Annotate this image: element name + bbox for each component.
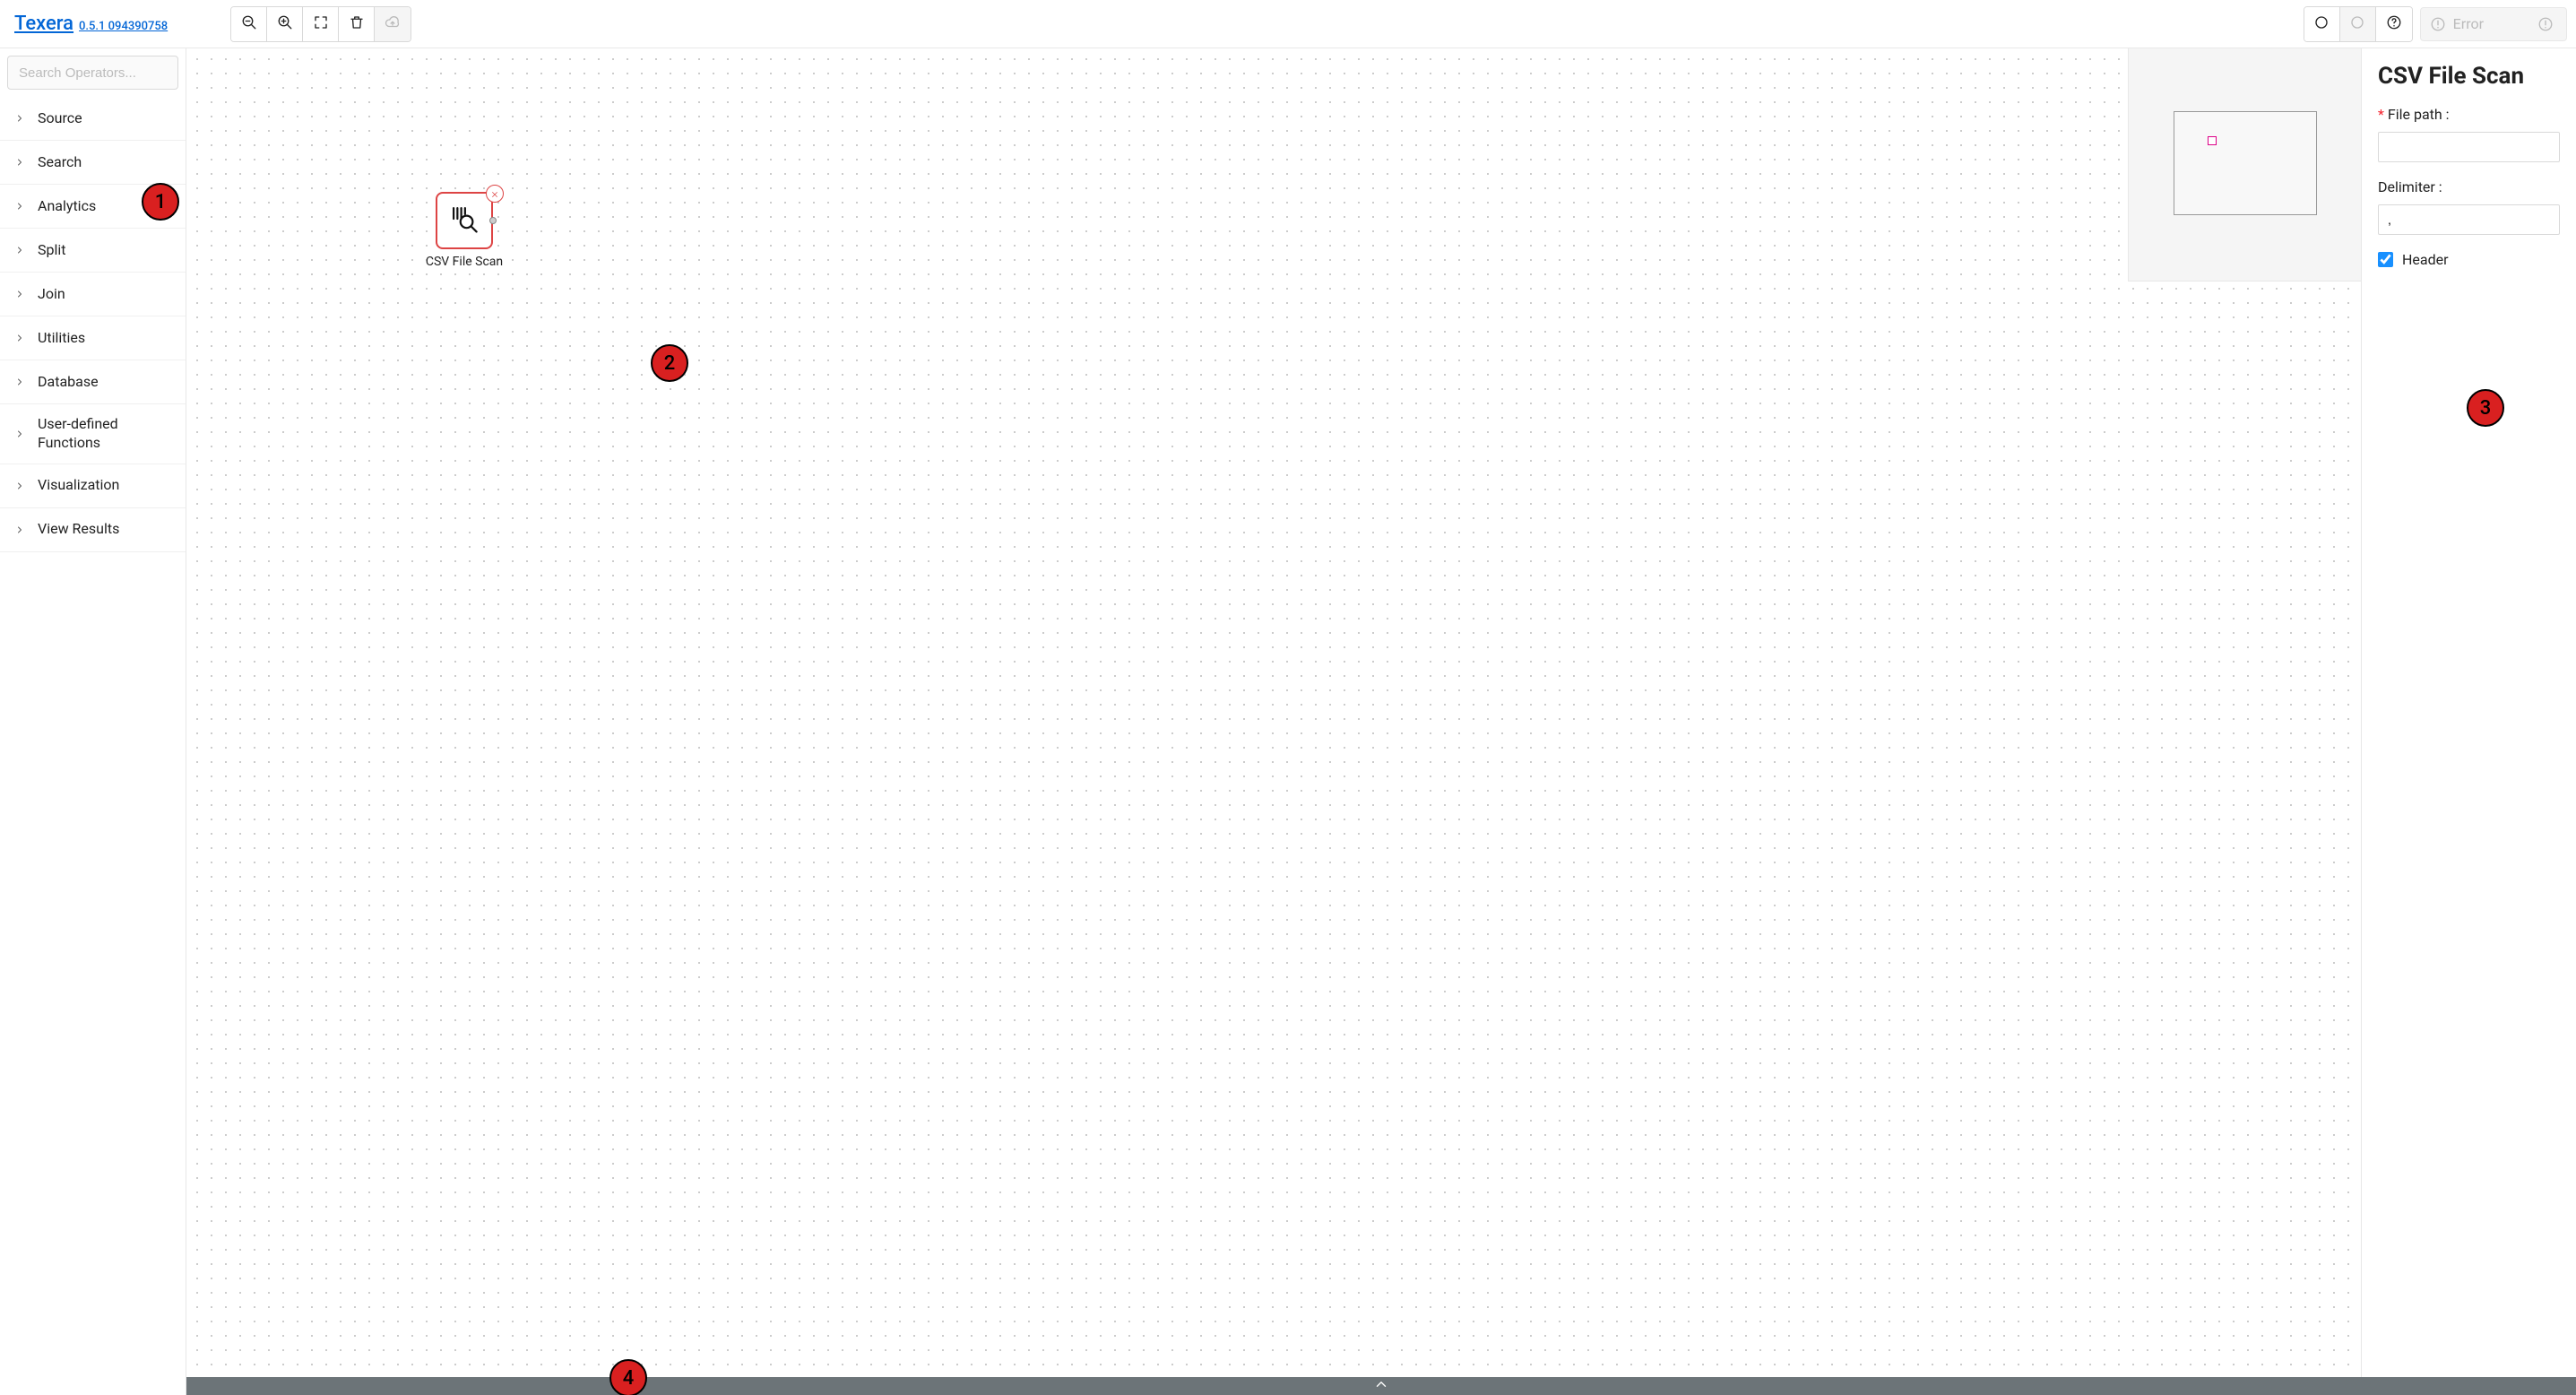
category-label: User-defined Functions bbox=[38, 415, 171, 453]
canvas-wrap: CSV File Scan 1 2 bbox=[186, 48, 2361, 1395]
category-label: Join bbox=[38, 285, 171, 304]
results-drawer-handle[interactable] bbox=[186, 1377, 2576, 1395]
header-checkbox[interactable] bbox=[2378, 252, 2393, 267]
file-path-row: *File path : bbox=[2378, 106, 2560, 162]
stop-refresh-icon bbox=[2349, 14, 2365, 33]
search-wrap bbox=[0, 48, 186, 97]
file-path-label: *File path : bbox=[2378, 106, 2560, 123]
chevron-right-icon bbox=[14, 377, 25, 387]
header-row: Header bbox=[2378, 251, 2560, 268]
help-button[interactable] bbox=[2376, 7, 2412, 41]
header-label[interactable]: Header bbox=[2402, 251, 2449, 268]
properties-panel: CSV File Scan *File path : Delimiter : H… bbox=[2361, 48, 2576, 1395]
properties-title: CSV File Scan bbox=[2378, 63, 2560, 90]
chevron-up-icon bbox=[1373, 1376, 1389, 1395]
error-indicator: Error bbox=[2420, 7, 2567, 41]
refresh-icon bbox=[2313, 14, 2330, 33]
error-label: Error bbox=[2453, 15, 2484, 32]
category-label: View Results bbox=[38, 520, 171, 539]
trash-icon bbox=[349, 14, 365, 33]
cloud-upload-icon bbox=[385, 14, 401, 33]
canvas-tools-group bbox=[230, 6, 411, 42]
barcode-scan-icon bbox=[449, 204, 480, 238]
annotation-marker-4: 4 bbox=[609, 1359, 647, 1395]
fit-screen-button[interactable] bbox=[303, 7, 339, 41]
file-path-input[interactable] bbox=[2378, 132, 2560, 162]
minimap-viewport[interactable] bbox=[2174, 111, 2317, 215]
category-label: Database bbox=[38, 373, 171, 392]
stop-button bbox=[2340, 7, 2376, 41]
chevron-right-icon bbox=[14, 524, 25, 535]
main-layout: SourceSearchAnalyticsSplitJoinUtilitiesD… bbox=[0, 48, 2576, 1395]
zoom-out-icon bbox=[241, 14, 257, 33]
chevron-right-icon bbox=[14, 481, 25, 491]
delimiter-label: Delimiter : bbox=[2378, 178, 2560, 195]
minimap[interactable] bbox=[2128, 48, 2361, 282]
operator-close-button[interactable] bbox=[486, 185, 504, 203]
delimiter-input[interactable] bbox=[2378, 204, 2560, 235]
chevron-right-icon bbox=[14, 333, 25, 343]
category-label: Source bbox=[38, 109, 171, 128]
sidebar-category-item[interactable]: View Results bbox=[0, 508, 186, 552]
category-label: Split bbox=[38, 241, 171, 260]
sidebar-category-item[interactable]: User-defined Functions bbox=[0, 404, 186, 464]
warning-icon-tail bbox=[2537, 16, 2554, 32]
zoom-in-button[interactable] bbox=[267, 7, 303, 41]
close-icon bbox=[490, 186, 499, 203]
warning-icon bbox=[2430, 16, 2446, 32]
operator-box[interactable] bbox=[436, 192, 493, 249]
delimiter-row: Delimiter : bbox=[2378, 178, 2560, 235]
annotation-marker-2: 2 bbox=[651, 344, 688, 382]
sidebar-category-item[interactable]: Source bbox=[0, 97, 186, 141]
category-label: Search bbox=[38, 153, 171, 172]
category-list: SourceSearchAnalyticsSplitJoinUtilitiesD… bbox=[0, 97, 186, 1395]
sidebar-category-item[interactable]: Utilities bbox=[0, 316, 186, 360]
operator-output-port[interactable] bbox=[489, 217, 497, 224]
brand-link[interactable]: Texera 0.5.1 094390758 bbox=[9, 13, 168, 35]
sidebar-category-item[interactable]: Split bbox=[0, 229, 186, 273]
chevron-right-icon bbox=[14, 429, 25, 439]
workflow-canvas[interactable] bbox=[186, 48, 2361, 1395]
chevron-right-icon bbox=[14, 201, 25, 212]
sidebar-category-item[interactable]: Search bbox=[0, 141, 186, 185]
sidebar: SourceSearchAnalyticsSplitJoinUtilitiesD… bbox=[0, 48, 186, 1395]
category-label: Visualization bbox=[38, 476, 171, 495]
expand-icon bbox=[313, 14, 329, 33]
zoom-in-icon bbox=[277, 14, 293, 33]
search-input[interactable] bbox=[7, 56, 178, 90]
delete-button[interactable] bbox=[339, 7, 375, 41]
run-button[interactable] bbox=[2304, 7, 2340, 41]
brand-name: Texera bbox=[14, 13, 73, 35]
sidebar-category-item[interactable]: Visualization bbox=[0, 464, 186, 508]
sidebar-category-item[interactable]: Join bbox=[0, 273, 186, 316]
header-bar: Texera 0.5.1 094390758 bbox=[0, 0, 2576, 48]
chevron-right-icon bbox=[14, 289, 25, 299]
brand-version: 0.5.1 094390758 bbox=[79, 20, 168, 33]
chevron-right-icon bbox=[14, 157, 25, 168]
operator-node[interactable]: CSV File Scan bbox=[436, 192, 493, 269]
run-tools-group bbox=[2304, 6, 2413, 42]
save-cloud-button bbox=[375, 7, 411, 41]
operator-label: CSV File Scan bbox=[418, 255, 511, 269]
help-icon bbox=[2386, 14, 2402, 33]
annotation-marker-3: 3 bbox=[2467, 389, 2504, 427]
annotation-marker-1: 1 bbox=[142, 183, 179, 221]
chevron-right-icon bbox=[14, 245, 25, 256]
chevron-right-icon bbox=[14, 113, 25, 124]
sidebar-category-item[interactable]: Database bbox=[0, 360, 186, 404]
zoom-out-button[interactable] bbox=[231, 7, 267, 41]
category-label: Utilities bbox=[38, 329, 171, 348]
minimap-node bbox=[2208, 136, 2217, 145]
